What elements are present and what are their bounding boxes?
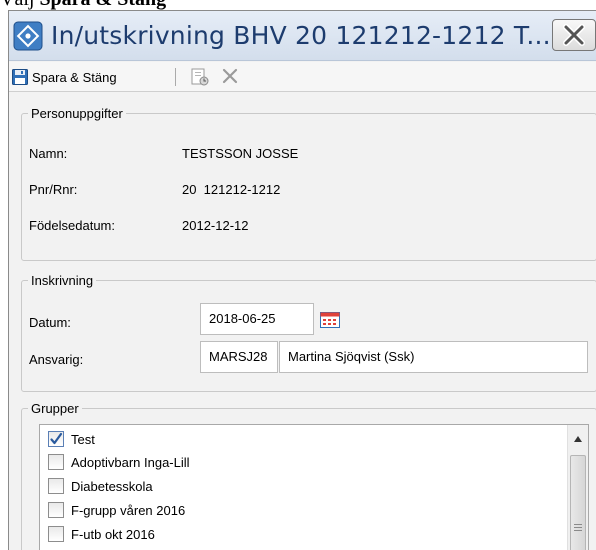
checkbox[interactable] — [48, 526, 64, 542]
grip-line — [574, 530, 582, 531]
datum-label: Datum: — [29, 315, 71, 330]
ansvarig-label: Ansvarig: — [29, 352, 84, 367]
save-close-label: Spara & Stäng — [32, 69, 117, 85]
dialog-window: In/utskrivning BHV 20 121212-1212 T... S… — [8, 10, 596, 550]
ansvarig-name-field[interactable]: Martina Sjöqvist (Ssk) — [279, 341, 588, 373]
calendar-icon[interactable] — [320, 312, 340, 328]
heading-bold: Spara & Stäng — [39, 0, 166, 10]
floppy-disk-icon — [12, 69, 28, 85]
list-item[interactable]: F-utb okt 2016 — [48, 523, 155, 545]
namn-label: Namn: — [29, 146, 68, 161]
namn-value: TESTSSON JOSSE — [182, 146, 299, 161]
fodelsedatum-label: Födelsedatum: — [29, 218, 115, 233]
list-item[interactable]: Diabetesskola — [48, 475, 153, 497]
info-icon — [13, 21, 43, 51]
grupper-legend: Grupper — [28, 401, 82, 416]
list-item-label: Test — [71, 431, 95, 447]
scroll-thumb[interactable] — [570, 455, 586, 550]
inskrivning-legend: Inskrivning — [28, 273, 97, 288]
list-item-label: F-utb okt 2016 — [71, 526, 155, 542]
close-button[interactable] — [552, 19, 596, 51]
fodelsedatum-value: 2012-12-12 — [182, 218, 249, 233]
document-heading: Välj Spara & Stäng — [0, 0, 596, 10]
heading-prefix: Välj — [0, 0, 34, 10]
title-bar: In/utskrivning BHV 20 121212-1212 T... — [9, 11, 596, 61]
note-icon[interactable] — [189, 67, 209, 87]
checkbox[interactable] — [48, 454, 64, 470]
checkbox-checked[interactable] — [48, 431, 64, 447]
x-icon[interactable] — [221, 67, 239, 85]
pnr-value: 20 121212-1212 — [182, 182, 281, 197]
list-item-label: Diabetesskola — [71, 478, 153, 494]
grip-line — [574, 527, 582, 528]
datum-field[interactable]: 2018-06-25 — [200, 303, 314, 335]
checkbox[interactable] — [48, 478, 64, 494]
checkbox[interactable] — [48, 502, 64, 518]
window-title: In/utskrivning BHV 20 121212-1212 T... — [51, 21, 551, 50]
list-item[interactable]: Adoptivbarn Inga-Lill — [48, 451, 190, 473]
grip-line — [574, 524, 582, 525]
toolbar: Spara & Stäng — [9, 62, 596, 92]
ansvarig-code-field[interactable]: MARSJ28 — [200, 341, 278, 373]
pnr-label: Pnr/Rnr: — [29, 182, 78, 197]
close-icon — [563, 24, 585, 46]
save-close-button[interactable]: Spara & Stäng — [12, 67, 117, 87]
list-item[interactable]: Test — [48, 428, 95, 450]
inskrivning-group: Inskrivning Datum: 2018-06-25 Ansvarig: … — [21, 273, 596, 392]
arrow-up-icon[interactable] — [572, 433, 584, 445]
personuppgifter-group: Personuppgifter Namn: TESTSSON JOSSE Pnr… — [21, 106, 596, 261]
vertical-scrollbar[interactable] — [567, 425, 588, 550]
toolbar-separator — [175, 68, 176, 86]
grupper-list[interactable]: Test Adoptivbarn Inga-Lill Diabetesskola… — [39, 424, 589, 550]
checkmark-icon — [50, 432, 63, 445]
personuppgifter-legend: Personuppgifter — [28, 106, 126, 121]
list-item[interactable]: F-grupp våren 2016 — [48, 499, 185, 521]
list-item-label: F-grupp våren 2016 — [71, 502, 186, 518]
list-item-label: Adoptivbarn Inga-Lill — [71, 454, 190, 470]
